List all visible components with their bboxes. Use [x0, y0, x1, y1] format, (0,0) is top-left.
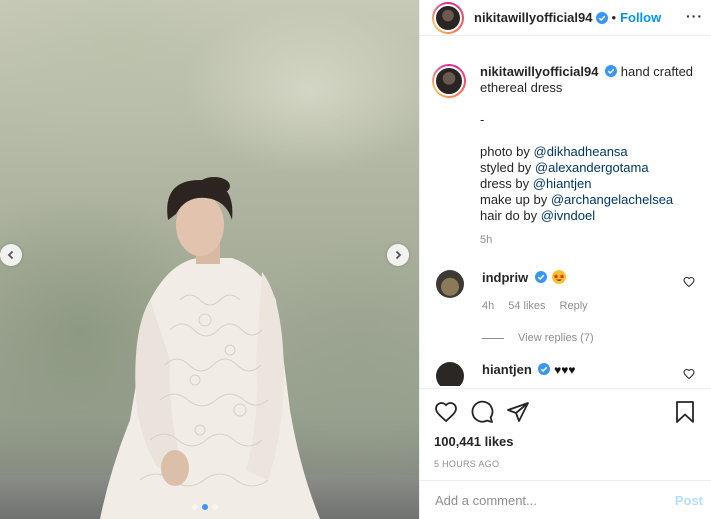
- credit-label: hair do by: [480, 208, 541, 223]
- mention-link[interactable]: @dikhadheansa: [534, 144, 628, 159]
- comment-item: hiantjen ♥♥♥: [420, 362, 711, 386]
- verified-badge-icon: [605, 65, 618, 77]
- comment-likes[interactable]: 54 likes: [508, 298, 545, 314]
- credit-label: dress by: [480, 176, 533, 191]
- commenter-avatar[interactable]: [436, 270, 464, 298]
- credit-label: make up by: [480, 192, 551, 207]
- credit-label: photo by: [480, 144, 534, 159]
- credit-label: styled by: [480, 160, 535, 175]
- reply-button[interactable]: Reply: [560, 298, 588, 314]
- mention-link[interactable]: @alexandergotama: [535, 160, 649, 175]
- carousel-dot: [212, 504, 218, 510]
- view-replies-button[interactable]: View replies (7): [482, 332, 711, 344]
- heart-icon[interactable]: [434, 400, 458, 424]
- header-separator: •: [611, 10, 617, 25]
- comment-timestamp[interactable]: 4h: [482, 298, 494, 314]
- like-comment-heart-icon[interactable]: [683, 276, 695, 288]
- commenter-username[interactable]: indpriw: [482, 270, 528, 285]
- more-icon[interactable]: ···: [686, 8, 703, 24]
- verified-badge-icon: [595, 11, 608, 24]
- bookmark-icon[interactable]: [673, 400, 697, 424]
- caption-dash: -: [480, 112, 485, 127]
- follow-button[interactable]: Follow: [620, 10, 661, 25]
- next-photo-button[interactable]: [387, 244, 409, 266]
- post-comment-button[interactable]: Post: [675, 493, 703, 508]
- verified-badge-icon: [538, 363, 551, 375]
- carousel-dot: [192, 504, 198, 510]
- comment-input[interactable]: [435, 492, 675, 508]
- post-timestamp[interactable]: 5 HOURS AGO: [434, 459, 697, 469]
- black-hearts-emoji-icon: ♥♥♥: [554, 363, 576, 377]
- post-actions: 100,441 likes 5 HOURS AGO: [420, 388, 711, 469]
- view-replies-label: View replies (7): [518, 332, 594, 344]
- comments-list[interactable]: nikitawillyofficial94 hand crafted ether…: [420, 50, 711, 386]
- post-header: nikitawillyofficial94 • Follow ···: [420, 0, 711, 36]
- post-panel: nikitawillyofficial94 • Follow ··· nikit…: [419, 0, 711, 519]
- carousel-indicator: [192, 504, 218, 510]
- carousel-dot-active: [202, 504, 208, 510]
- chevron-right-icon: [395, 250, 402, 260]
- caption-username[interactable]: nikitawillyofficial94: [480, 64, 599, 79]
- comment-item: indpriw 4h 54 likes Reply: [420, 270, 711, 314]
- author-avatar[interactable]: [432, 1, 464, 34]
- like-comment-heart-icon[interactable]: [683, 368, 695, 380]
- share-icon[interactable]: [506, 400, 530, 424]
- verified-badge-icon: [534, 271, 547, 283]
- post-caption: nikitawillyofficial94 hand crafted ether…: [420, 64, 711, 248]
- bride-figure: [100, 177, 320, 519]
- likes-count[interactable]: 100,441 likes: [434, 434, 697, 449]
- mention-link[interactable]: @hiantjen: [533, 176, 592, 191]
- caption-avatar[interactable]: [432, 64, 466, 98]
- star-struck-emoji-icon: [552, 270, 567, 284]
- add-comment-bar: Post: [420, 480, 711, 519]
- commenter-avatar[interactable]: [436, 362, 464, 386]
- commenter-username[interactable]: hiantjen: [482, 362, 532, 377]
- author-username[interactable]: nikitawillyofficial94: [474, 10, 593, 25]
- mention-link[interactable]: @ivndoel: [541, 208, 595, 223]
- mention-link[interactable]: @archangelachelsea: [551, 192, 673, 207]
- previous-photo-button[interactable]: [0, 244, 22, 266]
- comment-icon[interactable]: [470, 400, 494, 424]
- chevron-left-icon: [7, 250, 14, 260]
- caption-timestamp[interactable]: 5h: [480, 232, 699, 248]
- post-photo[interactable]: [0, 0, 419, 519]
